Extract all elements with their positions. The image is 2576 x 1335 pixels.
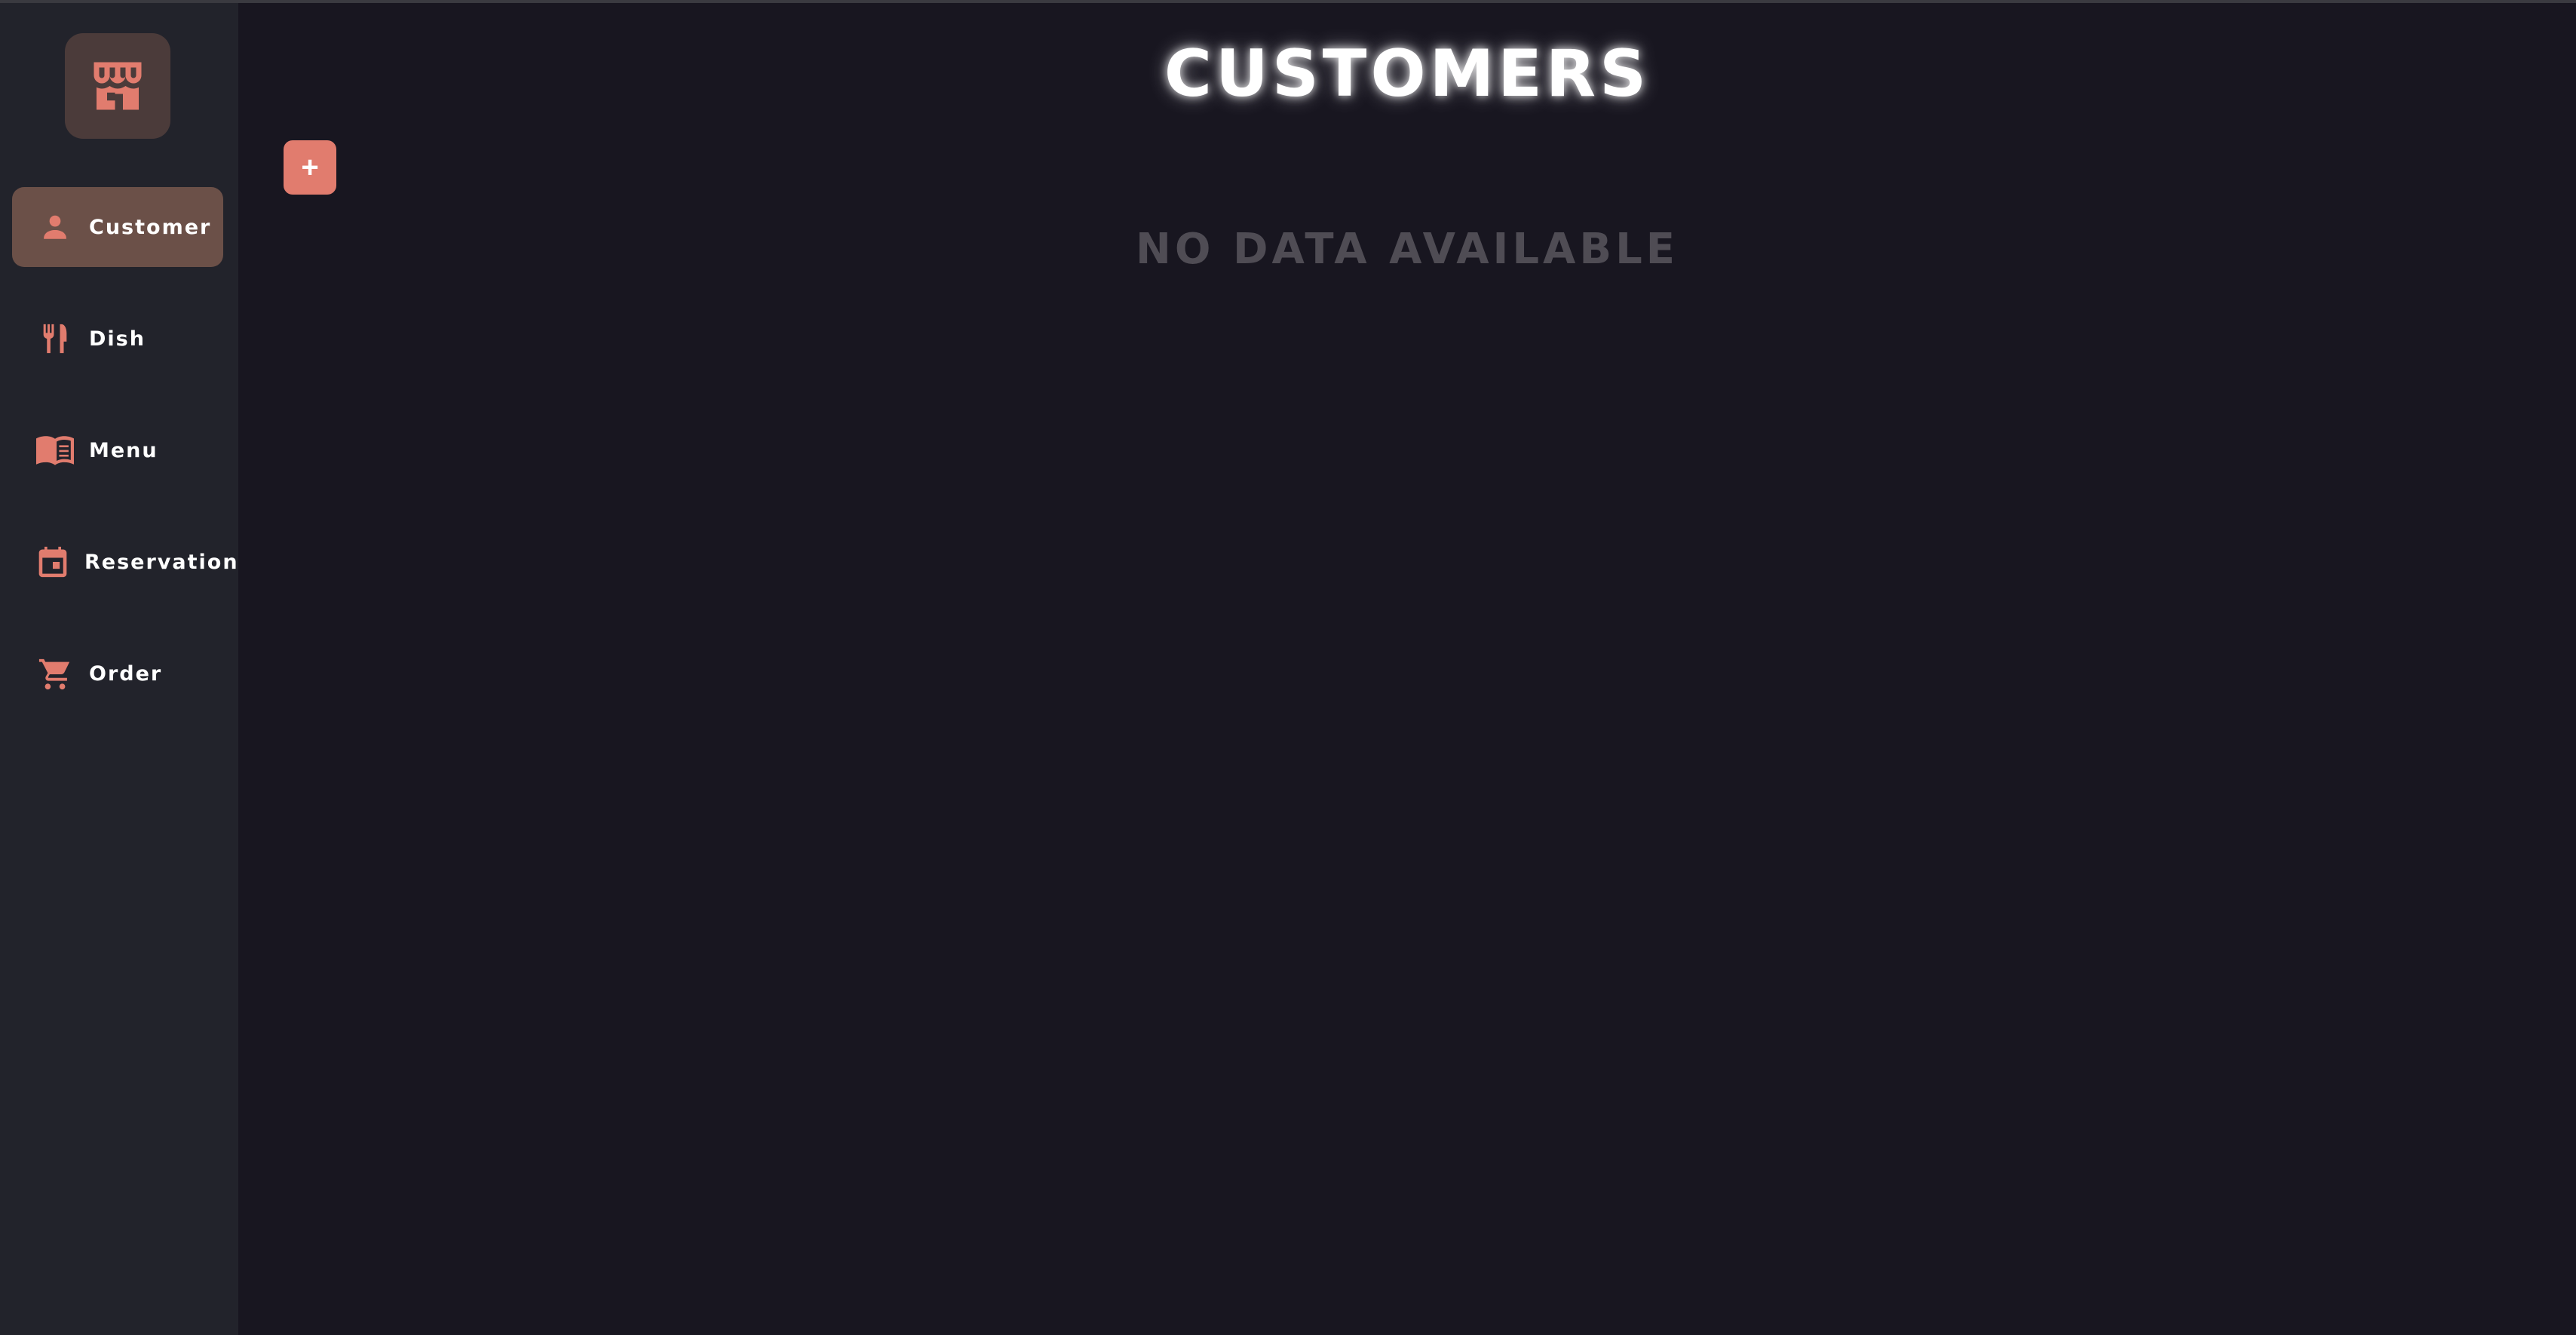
sidebar-item-reservation[interactable]: Reservation: [12, 522, 238, 602]
calendar-icon: [36, 543, 69, 581]
app-window: Customer Dish Menu Reservation Order CUS…: [0, 0, 2576, 1335]
sidebar: Customer Dish Menu Reservation Order: [0, 3, 238, 1335]
fork-knife-icon: [36, 320, 74, 358]
sidebar-item-label: Reservation: [84, 550, 239, 574]
sidebar-item-order[interactable]: Order: [12, 634, 223, 714]
sidebar-item-customer[interactable]: Customer: [12, 187, 223, 267]
sidebar-item-label: Customer: [89, 215, 212, 239]
person-icon: [36, 208, 74, 246]
plus-icon: +: [301, 150, 319, 184]
sidebar-item-label: Dish: [89, 327, 146, 351]
storefront-icon: [94, 62, 142, 110]
main-content: CUSTOMERS + NO DATA AVAILABLE: [238, 3, 2576, 1335]
open-book-icon: [36, 431, 74, 469]
sidebar-item-dish[interactable]: Dish: [12, 299, 223, 379]
shopping-cart-icon: [36, 655, 74, 692]
add-customer-button[interactable]: +: [284, 140, 336, 195]
sidebar-item-label: Menu: [89, 438, 158, 462]
sidebar-item-menu[interactable]: Menu: [12, 410, 223, 490]
logo[interactable]: [65, 33, 170, 139]
sidebar-item-label: Order: [89, 661, 163, 686]
page-title: CUSTOMERS: [1164, 36, 1651, 112]
empty-state-message: NO DATA AVAILABLE: [1135, 225, 1679, 274]
